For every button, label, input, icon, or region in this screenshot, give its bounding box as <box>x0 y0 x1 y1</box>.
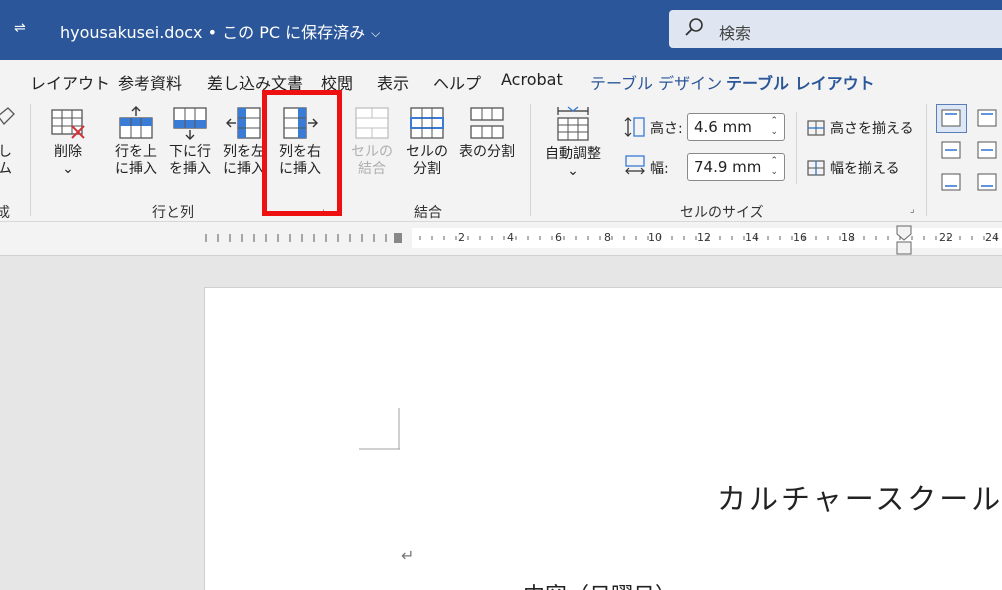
ribbon-tabs: レイアウト 参考資料 差し込み文書 校閲 表示 ヘルプ Acrobat テーブル… <box>0 60 1002 102</box>
horizontal-ruler[interactable]: 2 4 6 8 10 12 14 16 18 22 24 <box>0 222 1002 256</box>
document-title[interactable]: hyousakusei.docx • この PC に保存済み ⌵ <box>60 19 380 43</box>
ruler-label: 2 <box>458 231 465 244</box>
tab-acrobat[interactable]: Acrobat <box>501 70 563 89</box>
autofit-button[interactable]: 自動調整 ⌄ <box>538 106 608 180</box>
search-box[interactable]: 検索 <box>669 10 1002 48</box>
split-cells-button[interactable]: セルの 分割 <box>402 106 452 178</box>
ruler-label: 4 <box>507 231 514 244</box>
insert-row-below-icon <box>173 107 207 140</box>
delete-button[interactable]: 削除 ⌄ <box>44 106 92 178</box>
document-text-line[interactable]: …中容（日曜日） <box>501 578 677 590</box>
distribute-columns-button[interactable]: 幅を揃える <box>806 158 900 178</box>
distribute-columns-icon <box>807 160 825 176</box>
group-label-partial: 成 <box>0 205 10 221</box>
row-height-input[interactable]: 4.6 mm ⌃ ⌄ <box>687 113 785 141</box>
split-table-icon <box>470 107 504 139</box>
ruler-label: 18 <box>841 231 855 244</box>
highlight-box <box>262 90 342 216</box>
paragraph-mark: ↵ <box>401 546 415 565</box>
ribbon: し ム 成 削除 ⌄ 行を上 に挿入 下に行 を挿入 列を左 に挿入 列を右 に… <box>0 98 1002 222</box>
merge-cells-button[interactable]: セルの 結合 <box>348 106 396 178</box>
quick-access-icon[interactable]: ⇌ <box>14 20 26 36</box>
ruler-label: 24 <box>985 231 999 244</box>
chevron-down-icon: ⌵ <box>371 26 381 40</box>
merge-cells-icon <box>355 107 389 139</box>
tab-help[interactable]: ヘルプ <box>433 70 481 94</box>
spin-arrows-icon[interactable]: ⌃ ⌄ <box>770 156 778 178</box>
distribute-rows-icon <box>807 120 825 136</box>
split-cells-icon <box>410 107 444 139</box>
group-separator <box>926 104 927 216</box>
tab-references[interactable]: 参考資料 <box>118 70 182 94</box>
group-label-merge: 結合 <box>414 205 442 221</box>
group-separator <box>30 104 31 216</box>
insert-column-left-icon <box>226 107 261 139</box>
insert-row-above-icon <box>119 106 153 139</box>
column-width-input[interactable]: 74.9 mm ⌃ ⌄ <box>687 153 785 181</box>
partial-button[interactable]: し ム <box>0 106 16 178</box>
alignment-grid-icon[interactable] <box>936 104 1002 196</box>
ruler-label: 12 <box>697 231 711 244</box>
tab-view[interactable]: 表示 <box>377 70 409 94</box>
column-width-icon <box>625 155 645 175</box>
title-bar: ⇌ hyousakusei.docx • この PC に保存済み ⌵ 検索 <box>0 0 1002 60</box>
ruler-label: 6 <box>555 231 562 244</box>
document-heading[interactable]: カルチャースクール <box>717 476 1002 518</box>
ruler-label: 10 <box>648 231 662 244</box>
document-area[interactable]: カルチャースクール ↵ …中容（日曜日） <box>0 256 1002 590</box>
spin-arrows-icon[interactable]: ⌃ ⌄ <box>770 116 778 138</box>
insert-row-above-button[interactable]: 行を上 に挿入 <box>110 106 162 178</box>
autofit-icon <box>557 106 589 141</box>
cell-size-launcher-icon[interactable]: ⌟ <box>910 204 915 215</box>
search-icon <box>685 18 703 36</box>
column-width-label: 幅: <box>650 161 669 177</box>
search-placeholder: 検索 <box>719 24 752 43</box>
group-label-cell-size: セルのサイズ <box>680 205 764 221</box>
ruler-column-marker <box>394 233 402 243</box>
group-separator <box>796 112 797 184</box>
group-label-rows-cols: 行と列 <box>152 205 194 221</box>
document-page[interactable]: カルチャースクール ↵ …中容（日曜日） <box>204 287 1002 590</box>
partial-icon <box>0 107 15 125</box>
document-title-text: hyousakusei.docx • この PC に保存済み <box>60 23 366 42</box>
insert-row-below-button[interactable]: 下に行 を挿入 <box>164 106 216 178</box>
ruler-label: 22 <box>939 231 953 244</box>
row-height-label: 高さ: <box>650 121 683 137</box>
ruler-label: 14 <box>745 231 759 244</box>
split-table-button[interactable]: 表の分割 <box>456 106 518 161</box>
tab-table-layout[interactable]: テーブル レイアウト <box>726 70 875 102</box>
ruler-label: 16 <box>793 231 807 244</box>
margin-corner-mark <box>359 408 400 450</box>
delete-table-icon <box>51 109 85 139</box>
tab-table-design[interactable]: テーブル デザイン <box>590 70 722 94</box>
tab-layout[interactable]: レイアウト <box>30 70 110 94</box>
ruler-label: 8 <box>604 231 611 244</box>
group-separator <box>530 104 531 216</box>
distribute-rows-button[interactable]: 高さを揃える <box>806 118 914 138</box>
row-height-icon <box>624 117 645 137</box>
